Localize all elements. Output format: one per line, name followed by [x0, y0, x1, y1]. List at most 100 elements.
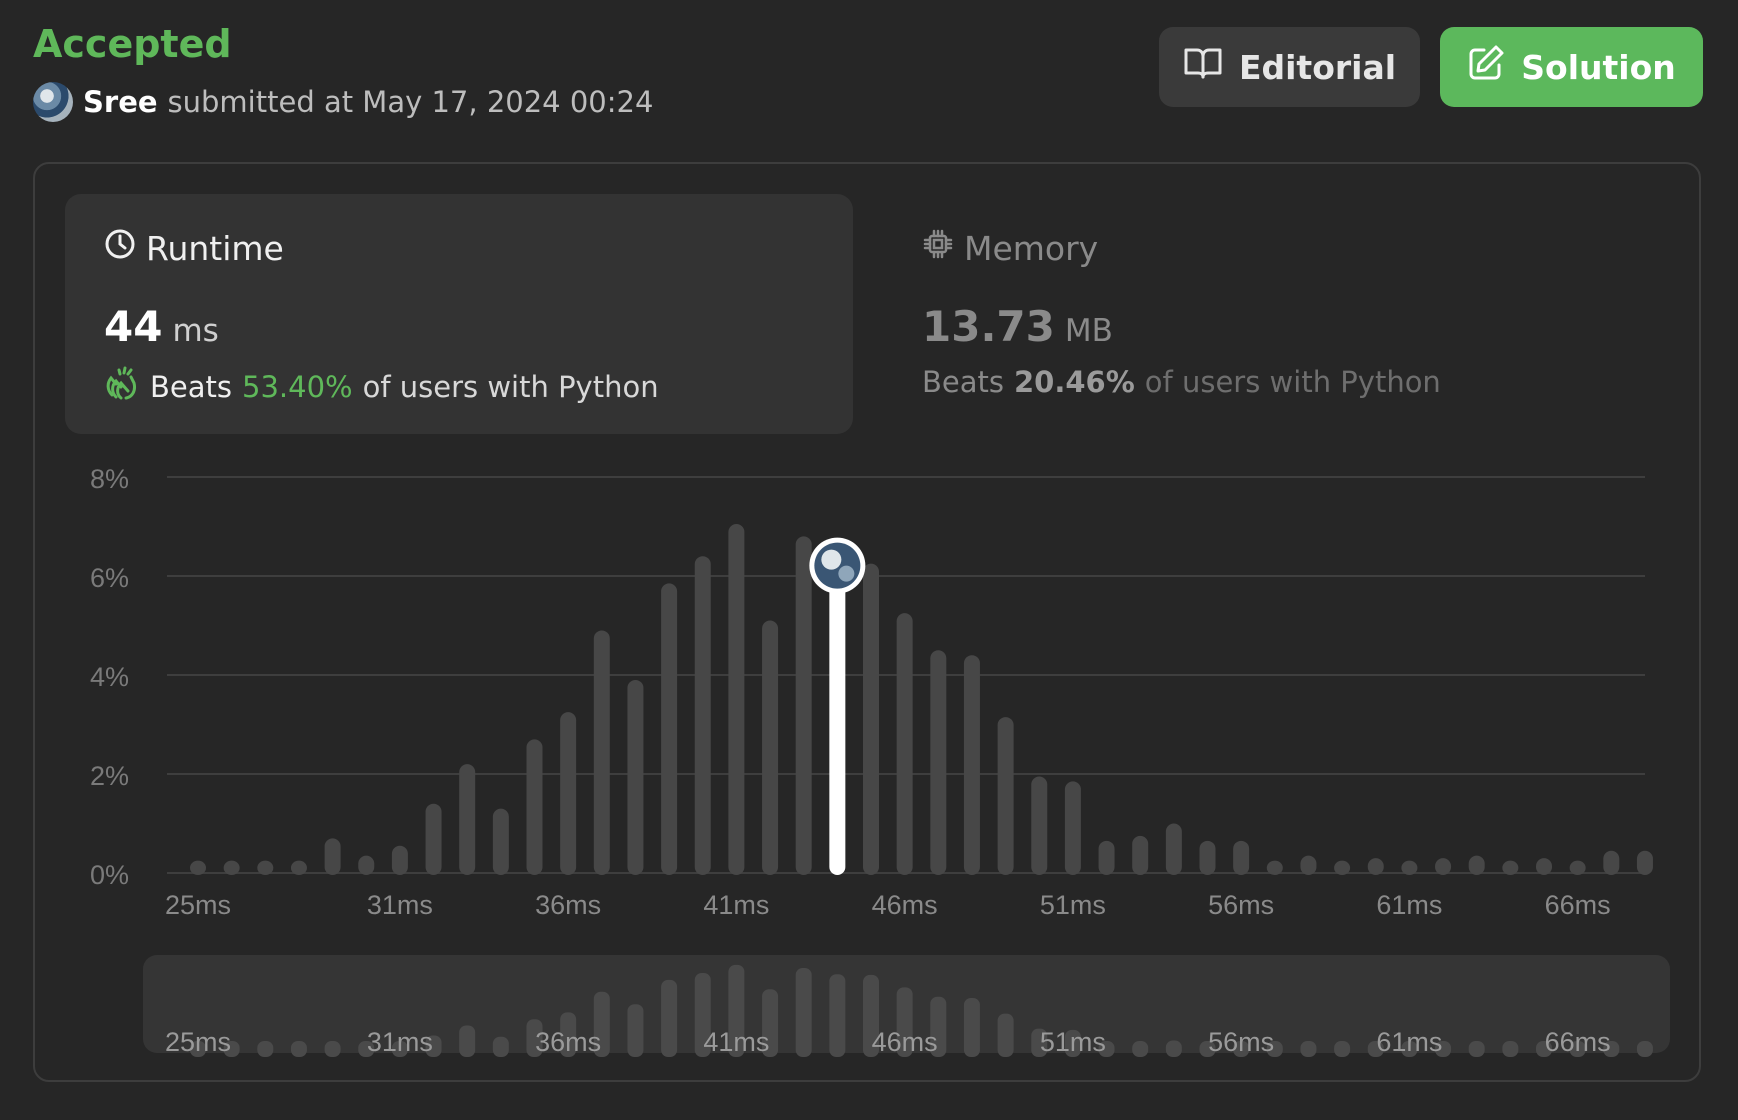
overview-bar [1300, 1041, 1317, 1057]
histogram-bar [896, 613, 913, 875]
y-tick-label: 6% [90, 563, 129, 593]
memory-label: Memory [964, 228, 1099, 268]
overview-bar [1132, 1041, 1149, 1057]
histogram-bar [728, 524, 745, 875]
histogram-bar [1199, 840, 1216, 875]
histogram-bar [762, 620, 779, 875]
memory-header: Memory [922, 228, 1098, 268]
memory-beats-prefix: Beats [922, 365, 1004, 399]
overview-bar [1636, 1041, 1653, 1057]
x-tick-label: 31ms [367, 890, 433, 920]
x-tick-label: 41ms [703, 890, 769, 920]
solution-button[interactable]: Solution [1440, 27, 1703, 107]
status-title: Accepted [33, 22, 232, 66]
submission-info: Sree submitted at May 17, 2024 00:24 [33, 82, 653, 122]
memory-beats-suffix: of users with Python [1144, 365, 1441, 399]
histogram-bar [560, 712, 577, 875]
histogram-bar [930, 650, 947, 875]
overview-x-tick-label: 66ms [1545, 1027, 1611, 1057]
user-marker-avatar-detail [838, 565, 855, 582]
histogram-bar [290, 860, 307, 875]
overview-x-tick-label: 41ms [703, 1027, 769, 1057]
x-tick-label: 61ms [1376, 890, 1442, 920]
overview-x-tick-label: 46ms [872, 1027, 938, 1057]
runtime-header: Runtime [104, 228, 284, 268]
memory-beats: Beats 20.46% of users with Python [922, 365, 1441, 399]
histogram-bar [492, 808, 509, 875]
memory-value: 13.73 [922, 302, 1055, 351]
histogram-bar [324, 838, 341, 875]
histogram-bar [358, 855, 375, 875]
editorial-button[interactable]: Editorial [1159, 27, 1420, 107]
histogram-bar [1367, 858, 1384, 875]
histogram-bar [1435, 858, 1452, 875]
edit-icon [1467, 44, 1505, 90]
memory-beats-percent: 20.46% [1014, 365, 1135, 399]
overview-bar [963, 998, 980, 1057]
runtime-beats: Beats 53.40% of users with Python [104, 365, 659, 408]
histogram-bar [1536, 858, 1552, 875]
y-tick-label: 2% [90, 761, 129, 791]
memory-value-row: 13.73 MB [922, 302, 1113, 351]
runtime-beats-percent: 53.40% [242, 369, 353, 404]
memory-unit: MB [1064, 313, 1113, 349]
clapping-hands-icon [104, 365, 140, 408]
overview-bar [492, 1036, 509, 1057]
x-tick-label: 36ms [535, 890, 601, 920]
histogram-bar [257, 860, 274, 875]
x-tick-label: 51ms [1040, 890, 1106, 920]
username-link[interactable]: Sree [83, 85, 158, 119]
clock-icon [104, 228, 136, 268]
x-tick-label: 46ms [872, 890, 938, 920]
overview-bar [290, 1041, 307, 1057]
histogram-bar [1165, 823, 1182, 875]
histogram-bar [1031, 776, 1048, 875]
overview-x-tick-label: 56ms [1208, 1027, 1274, 1057]
histogram-bar [963, 655, 980, 875]
chip-icon [922, 228, 954, 268]
overview-bar [257, 1041, 274, 1057]
y-tick-label: 0% [90, 860, 129, 890]
histogram-bar [863, 563, 879, 875]
histogram-bar [1300, 855, 1317, 875]
runtime-beats-prefix: Beats [150, 369, 232, 404]
histogram-bar [1603, 850, 1620, 875]
avatar[interactable] [33, 82, 73, 122]
runtime-beats-suffix: of users with Python [362, 369, 659, 404]
x-tick-label: 56ms [1208, 890, 1274, 920]
histogram-bar [1334, 860, 1351, 875]
runtime-unit: ms [172, 313, 219, 349]
histogram-bar [526, 739, 543, 875]
overview-bar [1334, 1041, 1351, 1057]
overview-bar [1165, 1040, 1182, 1057]
histogram-bar [694, 556, 711, 875]
y-tick-label: 4% [90, 662, 129, 692]
y-tick-label: 8% [90, 464, 129, 494]
histogram-bar [627, 679, 644, 875]
overview-bar [324, 1041, 341, 1057]
overview-x-tick-label: 36ms [535, 1027, 601, 1057]
overview-x-tick-label: 51ms [1040, 1027, 1106, 1057]
histogram-bar [1502, 860, 1519, 875]
overview-bar [1502, 1041, 1519, 1057]
overview-bar [1468, 1041, 1485, 1057]
histogram-bar [1098, 840, 1115, 875]
histogram-bar [1468, 855, 1485, 875]
overview-bar [997, 1013, 1014, 1057]
histogram-bar [997, 717, 1014, 875]
histogram-bar [593, 630, 610, 875]
histogram-bar [661, 583, 678, 875]
runtime-value-row: 44 ms [104, 302, 219, 351]
histogram-bar [1569, 860, 1586, 875]
histogram-bar [459, 764, 476, 875]
user-marker-avatar-detail [821, 549, 842, 570]
x-tick-label: 66ms [1545, 890, 1611, 920]
runtime-value: 44 [104, 302, 163, 351]
overview-bar [661, 979, 678, 1057]
submitted-time: submitted at May 17, 2024 00:24 [167, 85, 654, 119]
overview-bar [829, 974, 846, 1057]
histogram-bar [190, 860, 206, 875]
histogram-bar [1233, 840, 1250, 875]
book-icon [1183, 46, 1223, 88]
runtime-distribution-chart[interactable]: 8% 6% 4% 2% 0% 25ms 31ms 36ms 41ms 46ms 51ms 56ms 61… [0, 440, 1738, 1120]
